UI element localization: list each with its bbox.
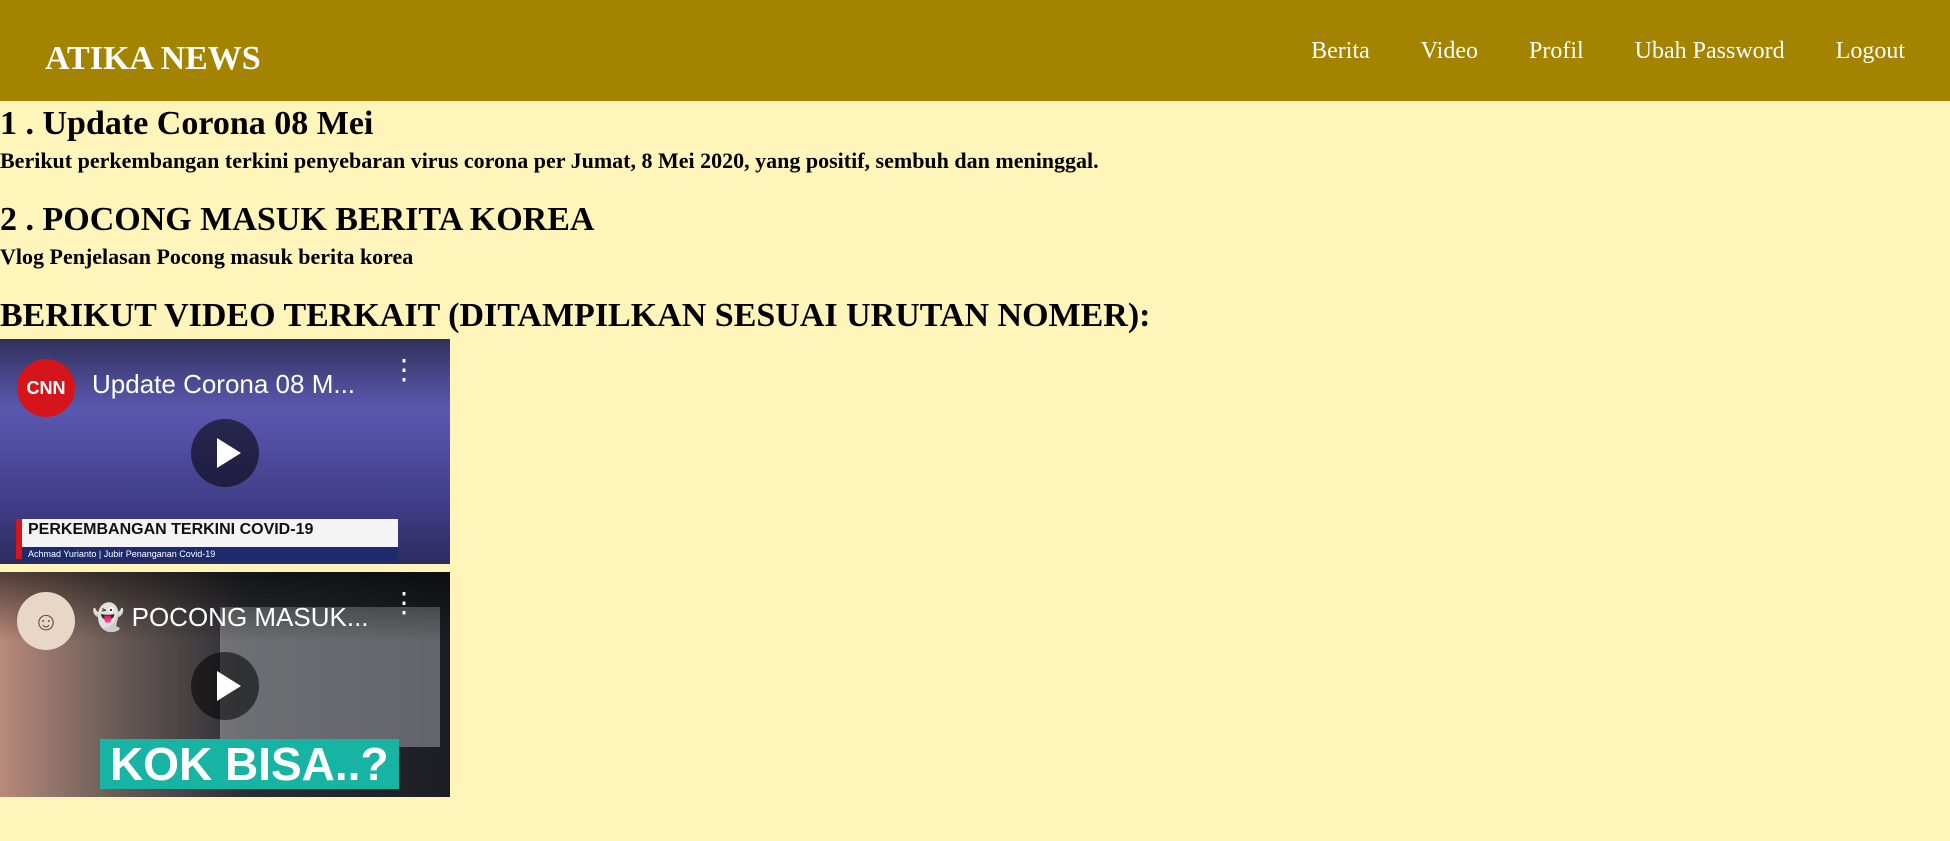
more-options-icon[interactable]: ⋮ <box>390 356 418 395</box>
video-embed-pocong[interactable]: ☺ 👻 POCONG MASUK... ⋮ KOK BISA..? <box>0 572 450 797</box>
lower-third-subtitle: Achmad Yurianto | Jubir Penanganan Covid… <box>22 547 398 561</box>
channel-logo-icon[interactable]: CNN <box>17 359 75 417</box>
video-section-heading: BERIKUT VIDEO TERKAIT (DITAMPILKAN SESUA… <box>0 297 1151 334</box>
news-item: 1 . Update Corona 08 Mei Berikut perkemb… <box>0 101 1950 175</box>
thumbnail-banner-text: KOK BISA..? <box>100 739 399 789</box>
nav-item-ubah-password[interactable]: Ubah Password <box>1635 34 1785 68</box>
video-title[interactable]: Update Corona 08 M... <box>92 369 355 400</box>
news-description: Vlog Penjelasan Pocong masuk berita kore… <box>0 244 414 269</box>
more-options-icon[interactable]: ⋮ <box>390 589 418 628</box>
news-title: 2 . POCONG MASUK BERITA KOREA <box>0 201 595 238</box>
main-content: 1 . Update Corona 08 Mei Berikut perkemb… <box>0 101 1950 797</box>
navbar: ATIKA NEWS Berita Video Profil Ubah Pass… <box>0 0 1950 101</box>
news-title: 1 . Update Corona 08 Mei <box>0 105 374 142</box>
play-button-icon[interactable] <box>191 652 259 720</box>
news-description: Berikut perkembangan terkini penyebaran … <box>0 148 1099 173</box>
news-item: 2 . POCONG MASUK BERITA KOREA Vlog Penje… <box>0 197 1950 271</box>
video-lower-third: PERKEMBANGAN TERKINI COVID-19 Achmad Yur… <box>16 519 398 561</box>
brand-title[interactable]: ATIKA NEWS <box>45 36 261 82</box>
nav-item-logout[interactable]: Logout <box>1836 34 1905 68</box>
video-embed-corona[interactable]: CNN Update Corona 08 M... ⋮ PERKEMBANGAN… <box>0 339 450 564</box>
channel-avatar-icon[interactable]: ☺ <box>17 592 75 650</box>
nav-menu: Berita Video Profil Ubah Password Logout <box>1260 34 1905 68</box>
lower-third-title: PERKEMBANGAN TERKINI COVID-19 <box>28 521 314 538</box>
play-button-icon[interactable] <box>191 419 259 487</box>
nav-item-profil[interactable]: Profil <box>1529 34 1584 68</box>
nav-item-berita[interactable]: Berita <box>1311 34 1370 68</box>
nav-item-video[interactable]: Video <box>1421 34 1478 68</box>
video-title[interactable]: 👻 POCONG MASUK... <box>92 602 369 633</box>
